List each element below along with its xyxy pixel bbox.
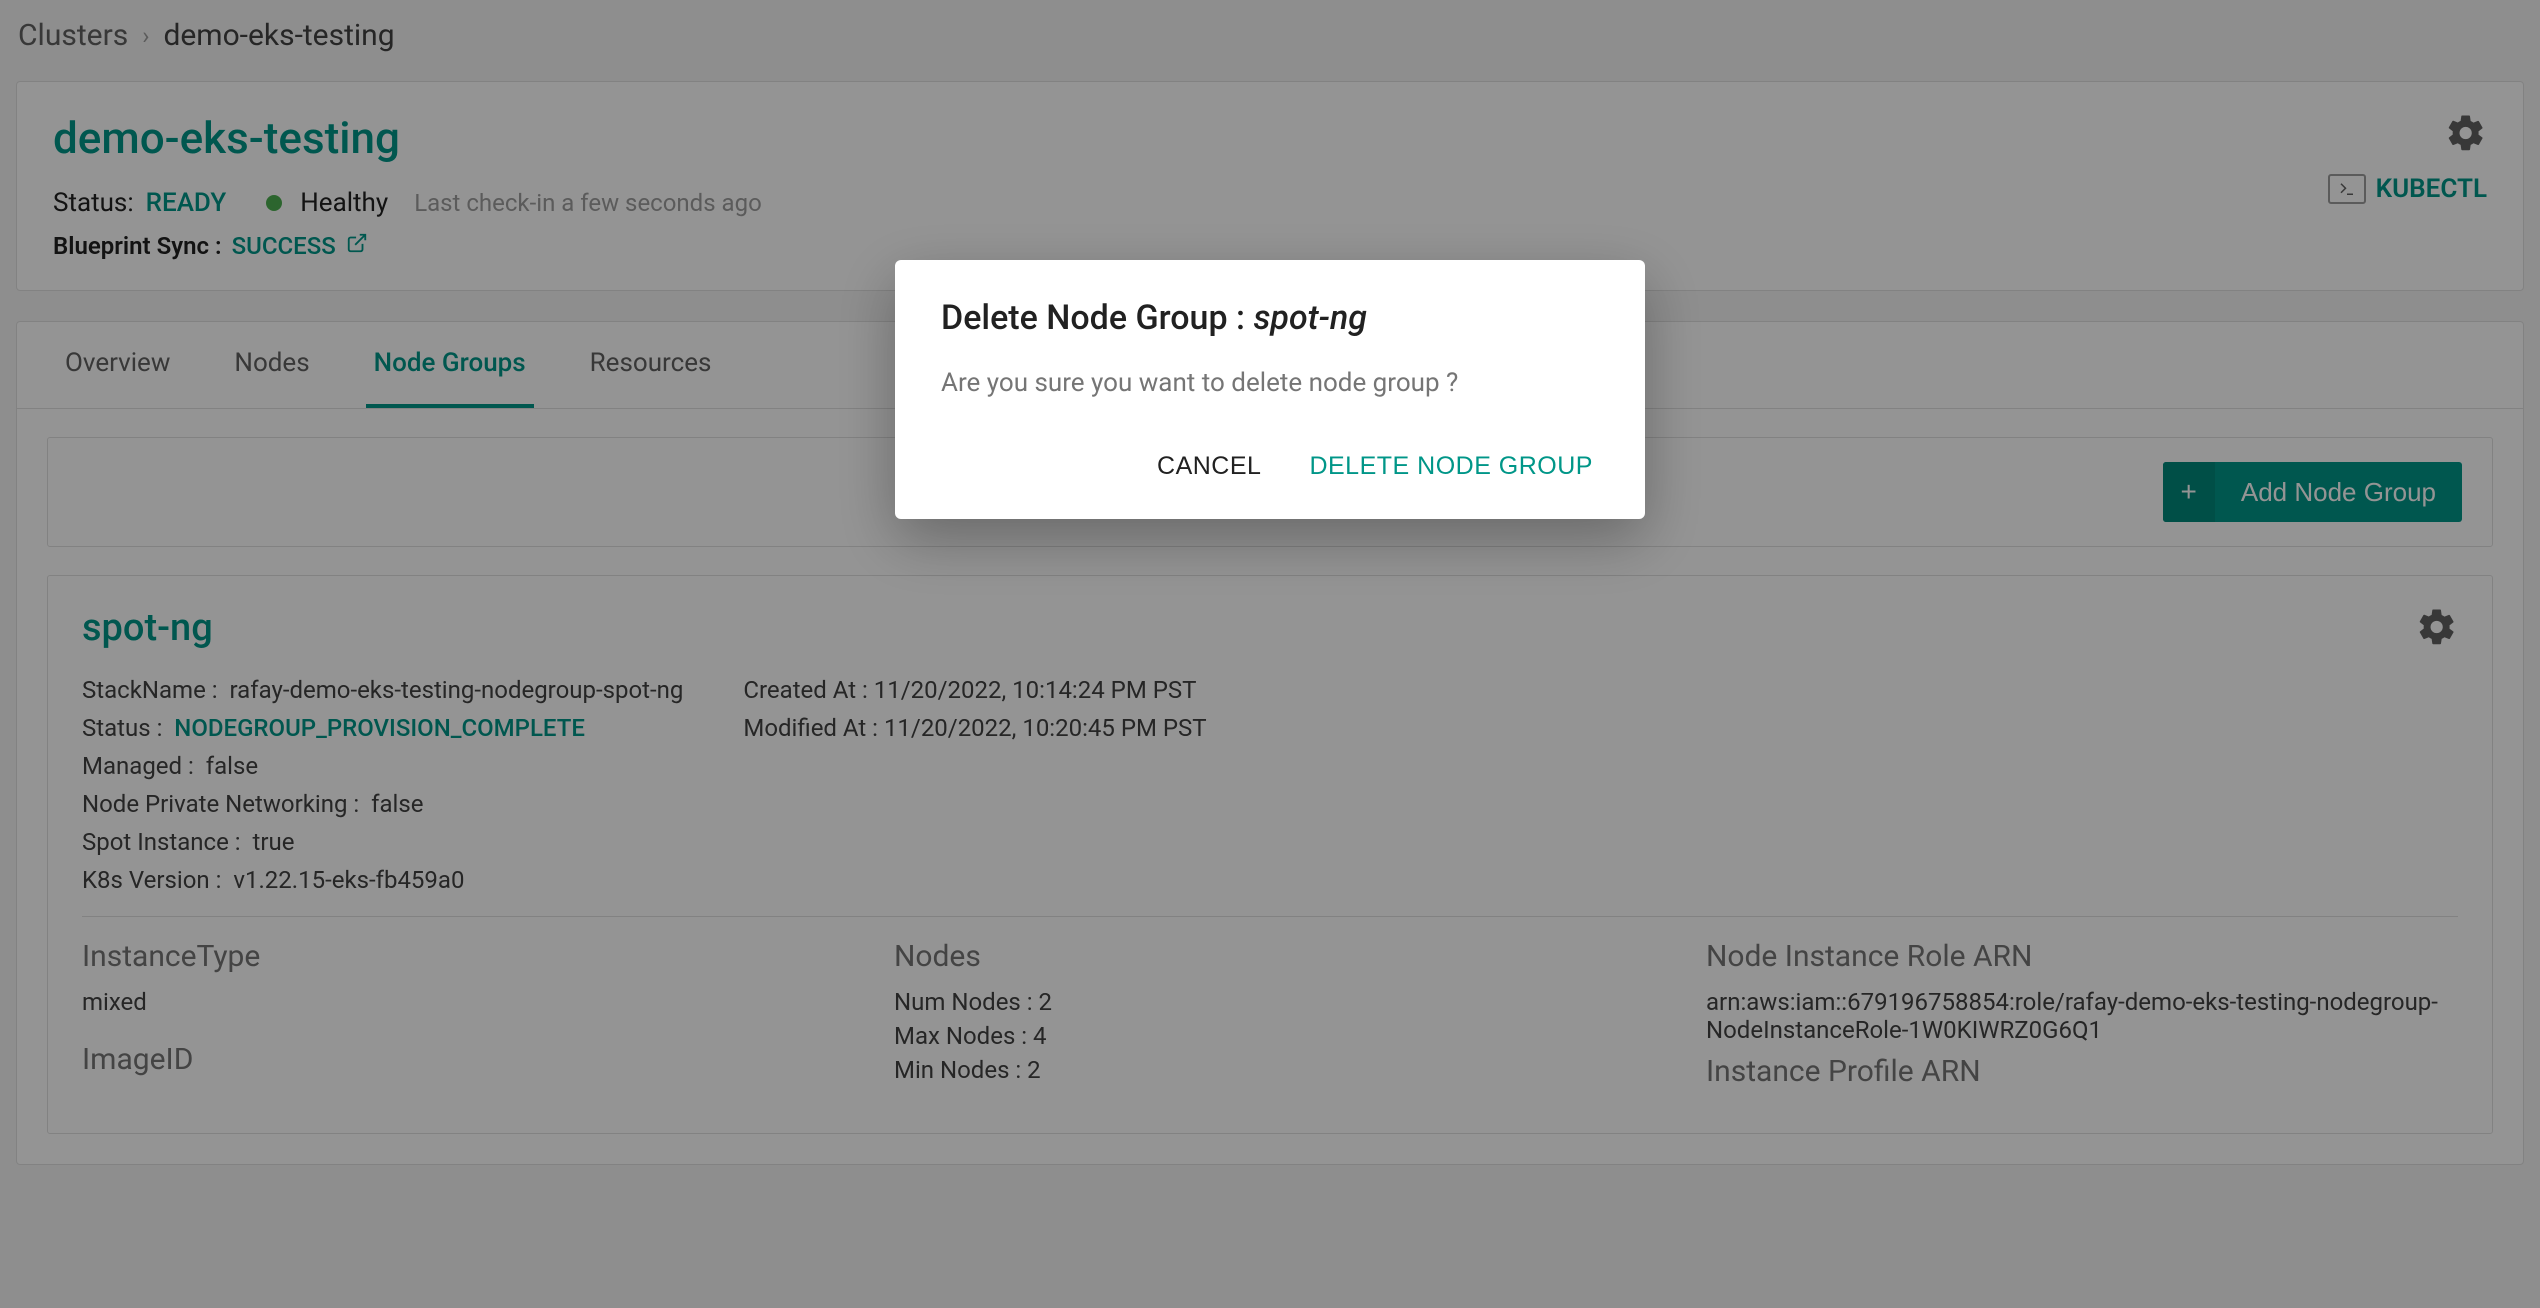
delete-node-group-button[interactable]: DELETE NODE GROUP <box>1303 442 1599 491</box>
delete-node-group-modal: Delete Node Group : spot-ng Are you sure… <box>895 260 1645 519</box>
cancel-button[interactable]: CANCEL <box>1151 442 1267 491</box>
modal-body: Are you sure you want to delete node gro… <box>941 368 1599 398</box>
modal-actions: CANCEL DELETE NODE GROUP <box>941 442 1599 491</box>
modal-title-prefix: Delete Node Group : <box>941 298 1245 338</box>
modal-overlay[interactable]: Delete Node Group : spot-ng Are you sure… <box>0 0 2540 1308</box>
modal-node-group-name-text: spot-ng <box>1253 298 1367 338</box>
modal-title: Delete Node Group : spot-ng <box>941 298 1599 338</box>
